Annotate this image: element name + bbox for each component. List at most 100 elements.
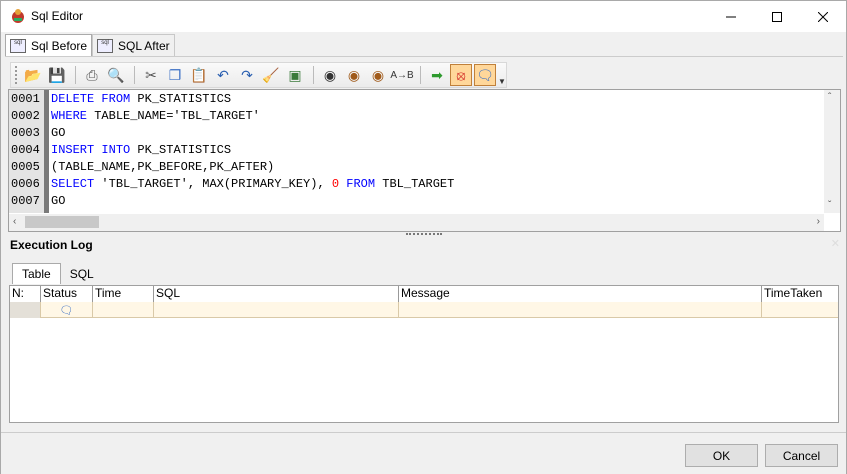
line-number: 0005: [11, 160, 40, 174]
toolbar-area: 📂 💾 ⎙ 🔍 ✂ ❐ 📋 ↶ ↷ 🧹 ▣ ◉ ◉ ◉ A→B ➡ ⦻ 🗨 ▼: [5, 56, 843, 89]
time-cell: [93, 302, 154, 318]
sql-keyword: DELETE: [51, 92, 95, 106]
sql-keyword: FROM: [101, 92, 131, 106]
code-text: GO: [46, 193, 65, 210]
row-indicator: [10, 302, 41, 318]
sql-text: PK_STATISTICS: [130, 92, 232, 106]
sql-code-editor[interactable]: 0001 DELETE FROM PK_STATISTICS 0002 WHERE T…: [8, 89, 841, 232]
clear-button[interactable]: 🧹: [260, 64, 282, 86]
scroll-up-icon[interactable]: ˆ: [828, 92, 831, 103]
redo-button[interactable]: ↷: [236, 64, 258, 86]
print-preview-button[interactable]: 🔍: [105, 64, 127, 86]
code-line[interactable]: 0007 GO: [11, 193, 454, 210]
column-header-message[interactable]: Message: [399, 286, 762, 302]
grid-header: N: Status Time SQL Message TimeTaken: [10, 286, 838, 302]
sql-keyword: SELECT: [51, 177, 95, 191]
minimize-button[interactable]: [708, 1, 754, 32]
line-number: 0006: [11, 177, 40, 191]
broom-icon: 🧹: [262, 66, 280, 83]
tab-sql-after[interactable]: sql SQL After: [92, 34, 175, 56]
code-text: (TABLE_NAME,PK_BEFORE,PK_AFTER): [46, 159, 274, 176]
code-line[interactable]: 0004 INSERT INTO PK_STATISTICS: [11, 142, 454, 159]
timetaken-cell: [762, 302, 838, 318]
log-tabs: Table SQL: [12, 263, 103, 284]
find-next-button[interactable]: ◉: [343, 64, 365, 86]
stop-button[interactable]: ⦻: [450, 64, 472, 86]
tab-sql-before[interactable]: sql Sql Before: [5, 34, 93, 57]
sql-cell: [154, 302, 399, 318]
select-all-button[interactable]: ▣: [284, 64, 306, 86]
print-button[interactable]: ⎙: [81, 64, 103, 86]
horizontal-scrollbar[interactable]: ‹ ›: [9, 214, 824, 231]
scroll-right-icon[interactable]: ›: [817, 216, 820, 227]
binoculars-icon: ◉: [323, 66, 337, 83]
code-lines[interactable]: 0001 DELETE FROM PK_STATISTICS 0002 WHERE T…: [11, 91, 454, 210]
vertical-scrollbar[interactable]: ˆ ˇ: [824, 90, 840, 213]
sql-editor-window: Sql Editor sql Sql Before sql SQL After …: [0, 0, 847, 474]
find-next-icon: ◉: [347, 66, 361, 83]
execution-log-title: Execution Log: [10, 238, 93, 252]
cut-button[interactable]: ✂: [140, 64, 162, 86]
code-text: WHERE TABLE_NAME='TBL_TARGET': [46, 108, 260, 125]
line-number: 0002: [11, 109, 40, 123]
sql-file-icon: sql: [10, 39, 26, 53]
undo-icon: ↶: [217, 66, 229, 83]
tab-table[interactable]: Table: [12, 263, 61, 284]
replace-icon: ◉: [371, 66, 385, 83]
goto-button[interactable]: A→B: [390, 64, 413, 86]
toolbar-grip[interactable]: [15, 66, 18, 84]
speech-bubble-icon: 🗨: [59, 304, 74, 317]
dialog-footer: OK Cancel: [1, 432, 846, 474]
code-line[interactable]: 0005 (TABLE_NAME,PK_BEFORE,PK_AFTER): [11, 159, 454, 176]
code-line[interactable]: 0003 GO: [11, 125, 454, 142]
code-line[interactable]: 0006 SELECT 'TBL_TARGET', MAX(PRIMARY_KEY…: [11, 176, 454, 193]
code-line[interactable]: 0002 WHERE TABLE_NAME='TBL_TARGET': [11, 108, 454, 125]
log-close-icon[interactable]: ✕: [831, 237, 840, 250]
undo-button[interactable]: ↶: [212, 64, 234, 86]
column-header-status[interactable]: Status: [41, 286, 93, 302]
sql-keyword: FROM: [346, 177, 376, 191]
close-icon: [818, 11, 828, 22]
ok-button[interactable]: OK: [685, 444, 758, 467]
column-header-time[interactable]: Time: [93, 286, 154, 302]
run-arrow-icon: ➡: [431, 66, 443, 83]
code-text: GO: [46, 125, 65, 142]
horizontal-scroll-thumb[interactable]: [25, 216, 99, 228]
close-button[interactable]: [800, 1, 846, 32]
column-header-n[interactable]: N:: [10, 286, 41, 302]
table-row[interactable]: 🗨: [10, 302, 838, 318]
sql-text: (TABLE_NAME,PK_BEFORE,PK_AFTER): [51, 160, 275, 174]
tab-label: Sql Before: [31, 39, 88, 53]
scroll-left-icon[interactable]: ‹: [13, 216, 16, 227]
minimize-icon: [726, 16, 736, 17]
execute-button[interactable]: ➡: [426, 64, 448, 86]
maximize-icon: [772, 11, 782, 22]
open-button[interactable]: 📂: [22, 64, 44, 86]
toolbar-overflow[interactable]: ▼: [498, 64, 506, 86]
code-line[interactable]: 0001 DELETE FROM PK_STATISTICS: [11, 91, 454, 108]
toolbar-separator: [313, 66, 314, 84]
column-header-timetaken[interactable]: TimeTaken: [762, 286, 838, 302]
save-button[interactable]: 💾: [46, 64, 68, 86]
window-title: Sql Editor: [31, 9, 84, 23]
cancel-button[interactable]: Cancel: [765, 444, 838, 467]
replace-button[interactable]: ◉: [367, 64, 389, 86]
status-cell: 🗨: [41, 302, 93, 318]
app-icon: [12, 9, 24, 23]
scroll-down-icon[interactable]: ˇ: [828, 200, 831, 211]
messages-toggle-button[interactable]: 🗨: [474, 64, 496, 86]
paste-button[interactable]: 📋: [188, 64, 210, 86]
speech-bubble-icon: 🗨: [476, 66, 494, 83]
select-all-icon: ▣: [288, 66, 302, 83]
save-icon: 💾: [48, 66, 66, 83]
tab-label: SQL After: [118, 38, 170, 53]
copy-button[interactable]: ❐: [164, 64, 186, 86]
toolbar-separator: [420, 66, 421, 84]
tab-sql[interactable]: SQL: [61, 263, 103, 284]
sql-text: 'TBL_TARGET', MAX(PRIMARY_KEY),: [94, 177, 332, 191]
sql-text: TBL_TARGET: [375, 177, 455, 191]
maximize-button[interactable]: [754, 1, 800, 32]
column-header-sql[interactable]: SQL: [154, 286, 399, 302]
execution-log-grid[interactable]: N: Status Time SQL Message TimeTaken 🗨: [9, 285, 839, 423]
find-button[interactable]: ◉: [319, 64, 341, 86]
